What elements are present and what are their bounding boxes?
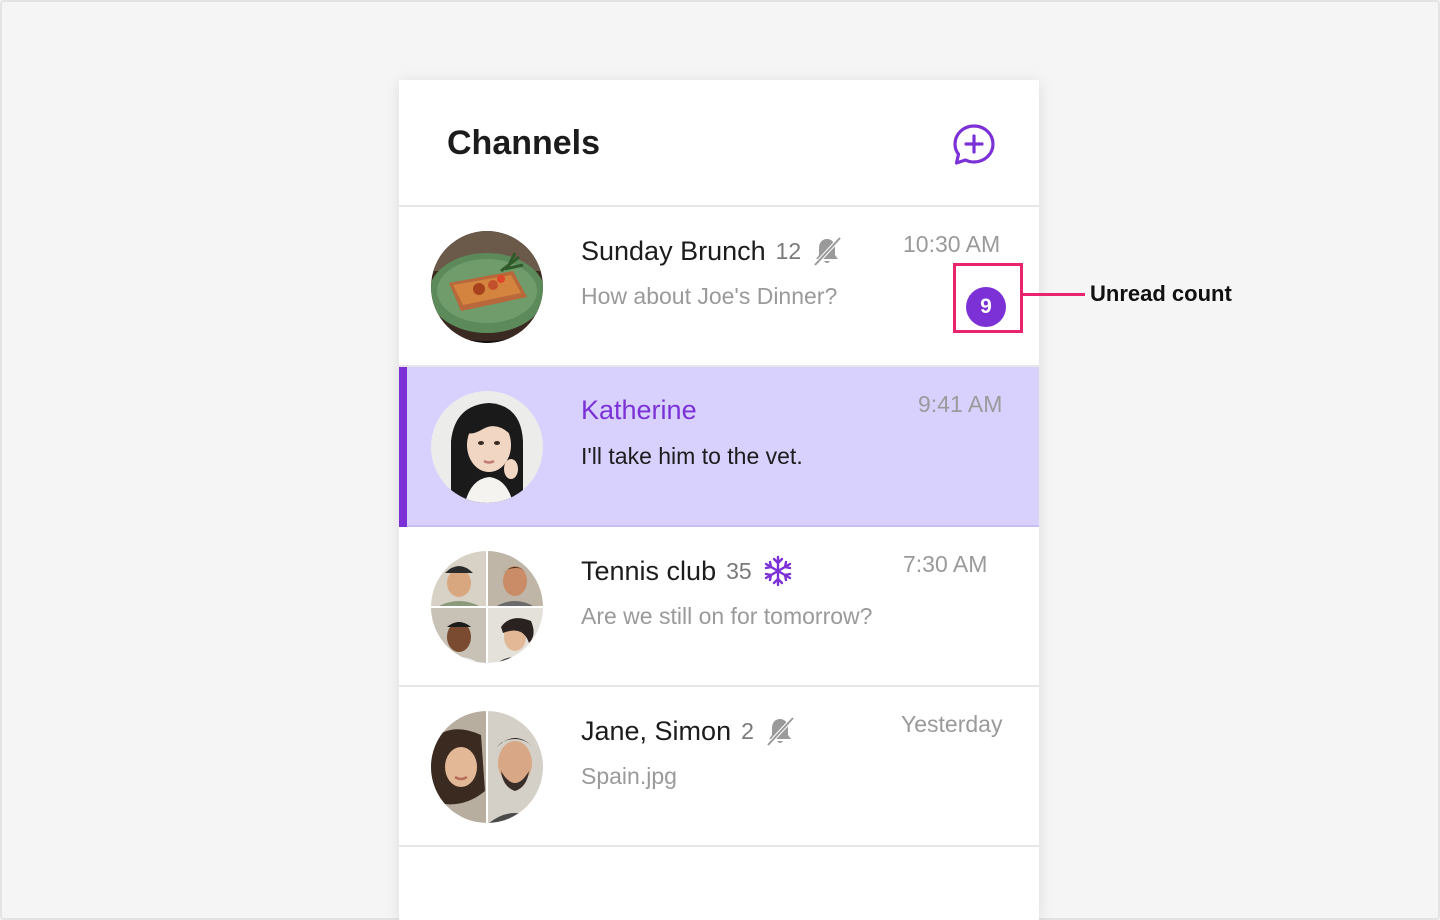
channel-time: Yesterday: [901, 711, 1003, 737]
channel-row-jane-simon[interactable]: Jane, Simon 2 Yesterday Spain.jpg: [399, 687, 1039, 847]
chat-plus-icon: [953, 124, 995, 165]
channel-name-line: Katherine: [581, 395, 697, 426]
channel-name-line: Tennis club 35: [581, 555, 794, 587]
group-avatar: [431, 711, 543, 823]
channel-avatar: [431, 231, 543, 343]
frozen-snowflake-icon: [764, 555, 791, 587]
member-count: 12: [775, 237, 802, 264]
group-avatar: [431, 551, 543, 663]
channel-name: Jane, Simon: [581, 715, 732, 746]
selected-indicator: [399, 367, 407, 527]
channel-time: 10:30 AM: [903, 231, 1001, 257]
channel-name: Katherine: [581, 395, 697, 425]
channel-time: 7:30 AM: [903, 551, 988, 577]
channel-name: Tennis club: [581, 555, 717, 586]
channel-name: Sunday Brunch: [581, 235, 766, 266]
callout-label: Unread count: [1090, 281, 1232, 306]
channel-avatar: [431, 391, 543, 503]
last-message-preview: Spain.jpg: [581, 763, 677, 789]
new-channel-button[interactable]: [951, 122, 997, 168]
muted-bell-icon: [766, 716, 795, 747]
muted-bell-icon: [813, 236, 842, 267]
channel-list-panel: Channels Sunday Brunch 12 10:30 AM How a…: [399, 80, 1039, 920]
member-count: 2: [741, 717, 754, 744]
channel-name-line: Jane, Simon 2: [581, 715, 796, 747]
unread-count-callout-box: [953, 263, 1023, 333]
last-message-preview: How about Joe's Dinner?: [581, 283, 838, 309]
page-title: Channels: [447, 124, 601, 162]
last-message-preview: I'll take him to the vet.: [581, 443, 803, 469]
channel-row-tennis-club[interactable]: Tennis club 35 7:30 AM Are we still on f…: [399, 527, 1039, 687]
channel-name-line: Sunday Brunch 12: [581, 235, 843, 267]
callout-connector: [1023, 293, 1085, 296]
channel-time: 9:41 AM: [918, 391, 1003, 417]
last-message-preview: Are we still on for tomorrow?: [581, 603, 873, 629]
channel-row-katherine[interactable]: Katherine 9:41 AM I'll take him to the v…: [399, 367, 1039, 527]
member-count: 35: [726, 557, 752, 584]
channel-row-sunday-brunch[interactable]: Sunday Brunch 12 10:30 AM How about Joe'…: [399, 207, 1039, 367]
channel-list-header: Channels: [399, 80, 1039, 207]
